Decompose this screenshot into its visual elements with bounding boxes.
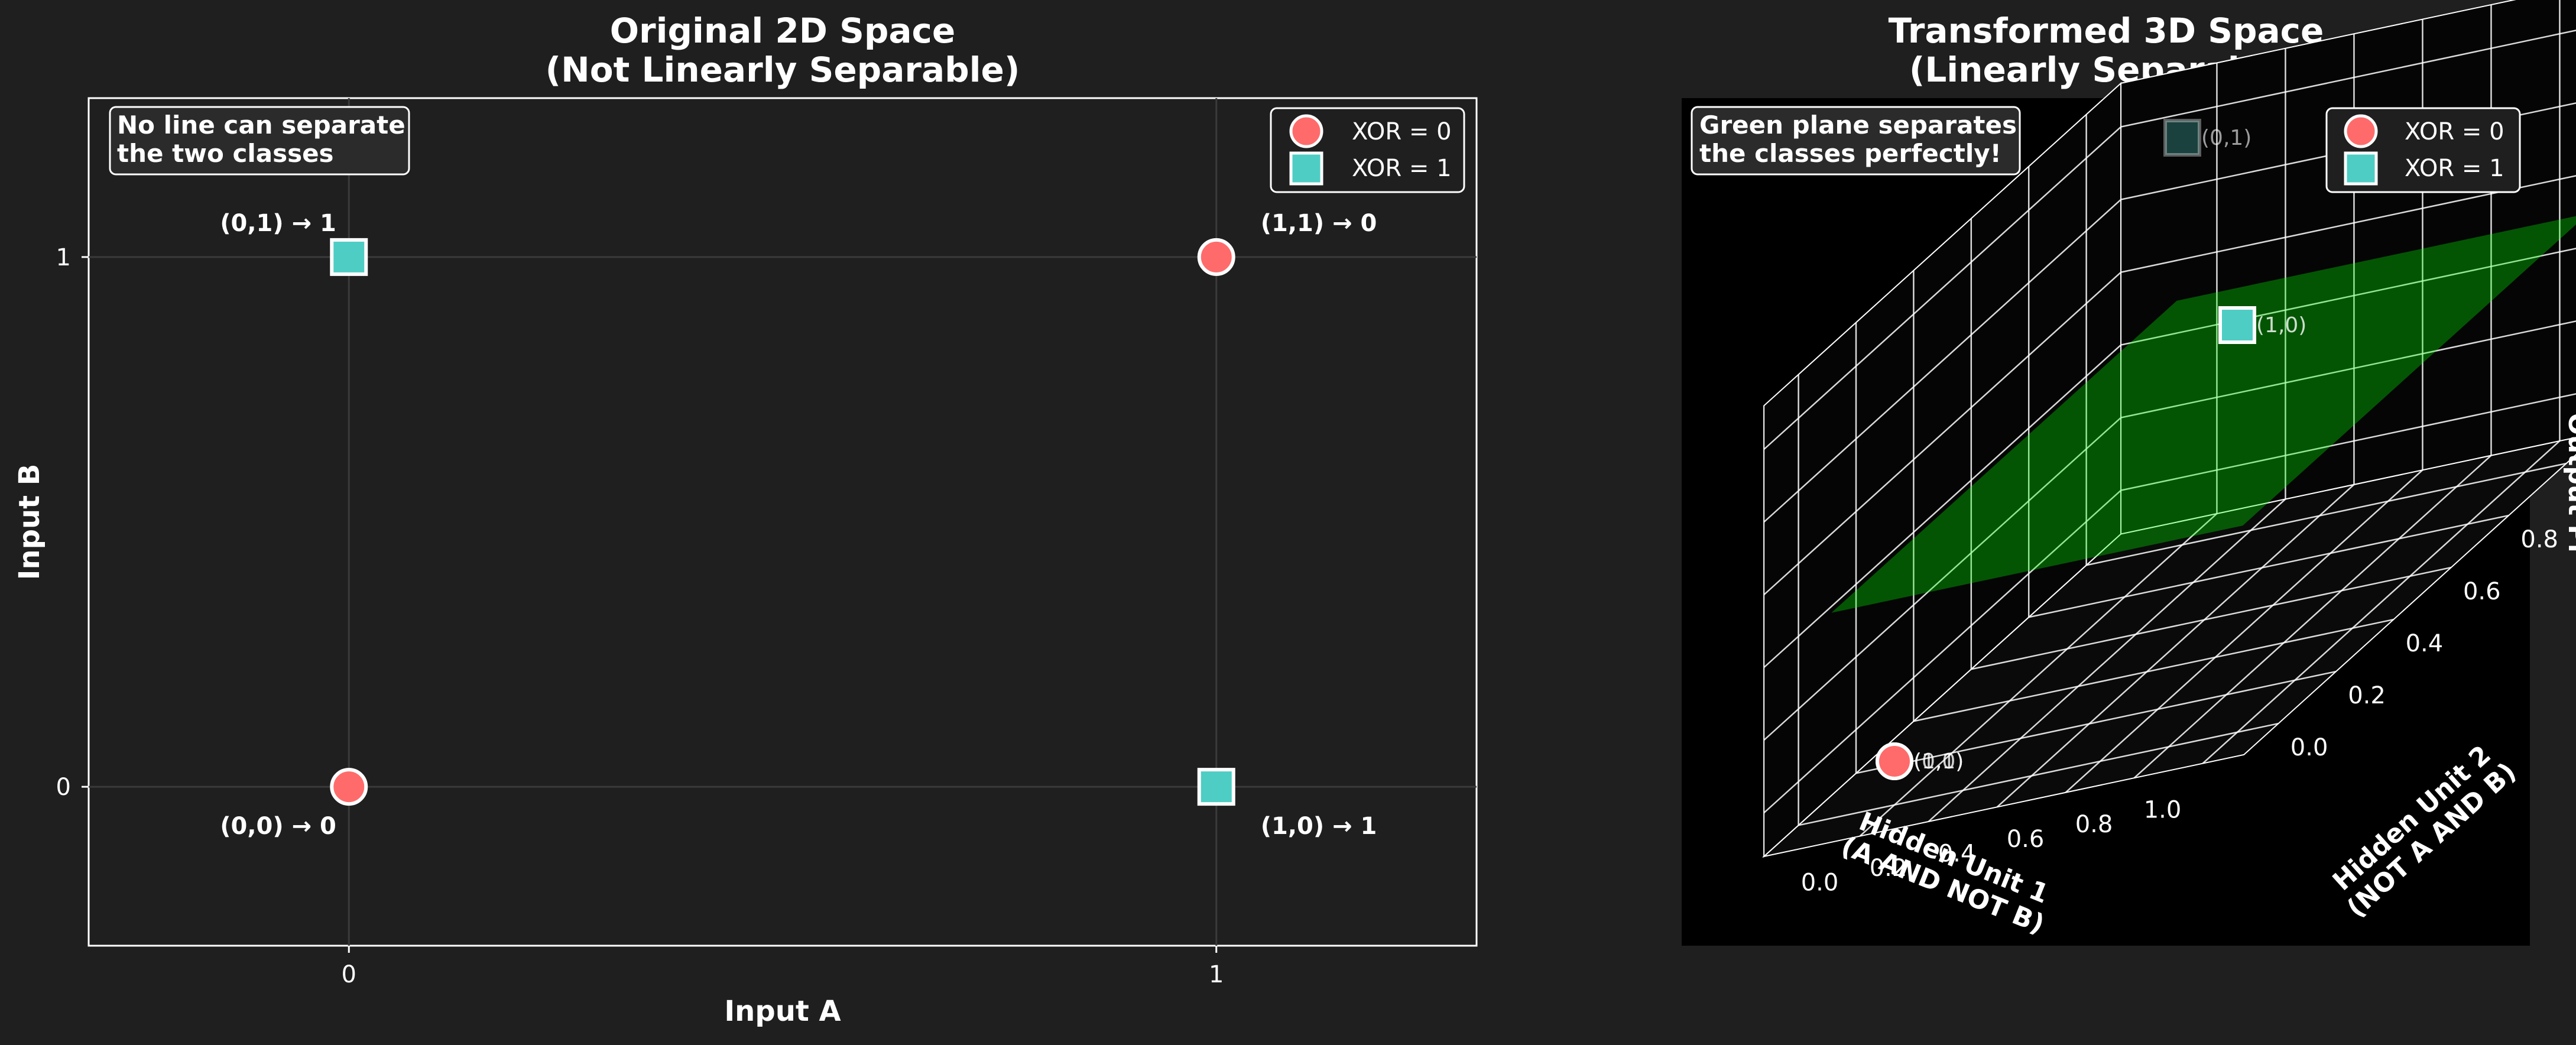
tick-label-3d-x: 1.0 (2144, 797, 2182, 824)
point-xor1 (330, 238, 368, 276)
tick-label-3d-y: 0.4 (2406, 630, 2444, 657)
tick-label-3d-y: 0.6 (2463, 578, 2501, 605)
chart-2d-title: Original 2D Space (Not Linearly Separable… (546, 11, 1020, 90)
point-label-3d: (0,1) (2201, 126, 2251, 150)
legend-3d: XOR = 0 XOR = 1 (2325, 107, 2521, 193)
legend-3d-label-xor0: XOR = 0 (2405, 118, 2504, 145)
point-3d-xor1 (2218, 306, 2256, 344)
tick-label-3d-x: 0.6 (2007, 826, 2045, 853)
point-label-3d: (1,0) (2256, 313, 2306, 337)
tick-label-x: 1 (1209, 961, 1224, 988)
annotation-3d-text: Green plane separates the classes perfect… (1699, 111, 2017, 168)
point-3d-xor0 (1876, 742, 1913, 780)
tick-label-y: 1 (56, 244, 71, 271)
point-3d-xor1 (2163, 119, 2201, 157)
legend-2d-marker-xor1 (1289, 151, 1323, 186)
point-label-2d: (1,0) → 1 (1261, 813, 1377, 840)
figure: Original 2D Space (Not Linearly Separable… (13, 0, 2576, 1028)
tick-label-3d-y: 0.8 (2520, 526, 2558, 553)
point-label-2d: (0,0) → 0 (220, 813, 336, 840)
chart-2d: Original 2D Space (Not Linearly Separable… (13, 11, 1478, 1028)
point-xor1 (1197, 768, 1235, 806)
annotation-3d: Green plane separates the classes perfect… (1691, 106, 2021, 176)
tick-label-3d-y: 0.0 (2291, 734, 2328, 761)
tick-label-x: 0 (342, 961, 356, 988)
chart-3d: Transformed 3D Space (Linearly Separable)… (1682, 0, 2576, 946)
legend-2d-label-xor0: XOR = 0 (1352, 118, 1452, 145)
tick-label-3d-y: 0.2 (2348, 682, 2386, 709)
annotation-2d: No line can separate the two classes (109, 106, 410, 176)
legend-3d-label-xor1: XOR = 1 (2405, 155, 2504, 182)
point-label-2d: (1,1) → 0 (1261, 210, 1377, 237)
point-label-2d: (0,1) → 1 (220, 210, 336, 237)
legend-2d-marker-xor0 (1289, 114, 1323, 148)
x-axis-label-2d: Input A (724, 995, 841, 1028)
legend-3d-marker-xor1 (2344, 151, 2378, 186)
tick-label-y: 0 (56, 774, 71, 801)
point-xor0 (1197, 238, 1235, 276)
tick-label-3d-x: 0.0 (1801, 869, 1839, 897)
legend-2d: XOR = 0 XOR = 1 (1270, 107, 1465, 193)
y-axis-label-2d: Input B (13, 464, 46, 580)
legend-2d-label-xor1: XOR = 1 (1352, 155, 1452, 182)
point-xor0 (330, 768, 368, 806)
legend-3d-marker-xor0 (2344, 114, 2378, 148)
z-axis-label-3d: Output Pr (2562, 413, 2576, 557)
point-label-3d: (1,1) (1913, 749, 1964, 774)
tick-label-3d-x: 0.8 (2075, 811, 2113, 838)
